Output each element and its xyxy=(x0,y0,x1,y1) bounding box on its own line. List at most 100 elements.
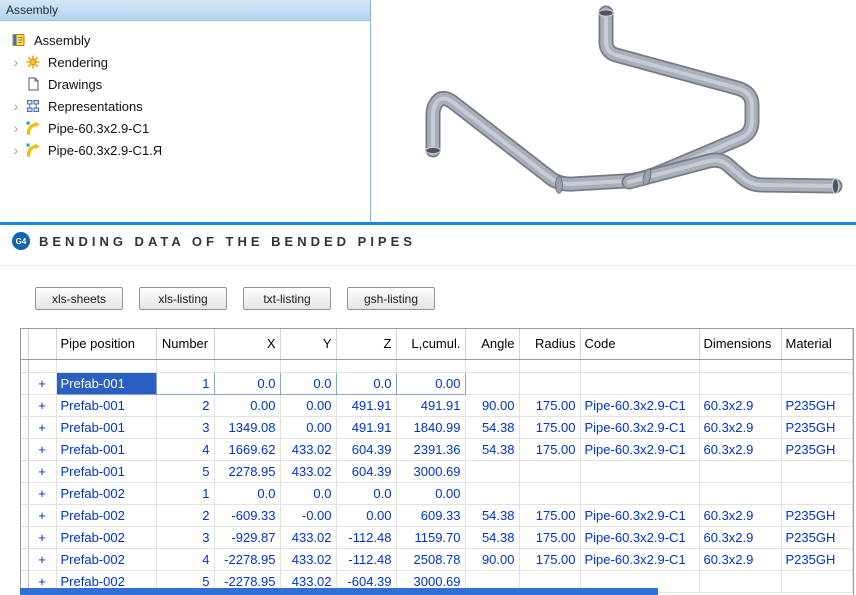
cell-pipe-position[interactable]: Prefab-001 xyxy=(56,439,156,461)
cell-radius[interactable]: 175.00 xyxy=(519,439,580,461)
cell-number[interactable]: 1 xyxy=(156,483,214,505)
cell-code[interactable]: Pipe-60.3x2.9-C1 xyxy=(580,505,699,527)
cell-y[interactable]: 0.00 xyxy=(280,417,336,439)
cell-x[interactable]: 0.0 xyxy=(214,373,280,395)
cell-z[interactable]: 491.91 xyxy=(336,395,396,417)
cell-plus[interactable]: + xyxy=(28,461,56,483)
cell-x[interactable]: -609.33 xyxy=(214,505,280,527)
cell-z[interactable]: 491.91 xyxy=(336,417,396,439)
tree-item-drawings[interactable]: Drawings xyxy=(0,73,370,95)
cell-dimensions[interactable] xyxy=(699,461,781,483)
row-selector-cell[interactable] xyxy=(21,373,28,395)
cell-code[interactable] xyxy=(580,461,699,483)
cell-l-cumul[interactable]: 2508.78 xyxy=(396,549,465,571)
row-selector-cell[interactable] xyxy=(21,439,28,461)
cell-plus[interactable]: + xyxy=(28,505,56,527)
cell-radius[interactable]: 175.00 xyxy=(519,505,580,527)
cell-dimensions[interactable]: 60.3x2.9 xyxy=(699,439,781,461)
cell-l-cumul[interactable]: 0.00 xyxy=(396,373,465,395)
chevron-right-icon[interactable]: › xyxy=(8,55,24,69)
cell-number[interactable]: 3 xyxy=(156,417,214,439)
chevron-right-icon[interactable]: › xyxy=(8,143,24,157)
row-selector-cell[interactable] xyxy=(21,527,28,549)
cell-pipe-position[interactable]: Prefab-001 xyxy=(56,417,156,439)
cell-y[interactable]: -0.00 xyxy=(280,505,336,527)
cell-code[interactable] xyxy=(580,373,699,395)
cell-x[interactable]: -2278.95 xyxy=(214,549,280,571)
tree-item-pipe-60-3x2-9-c1[interactable]: ›Pipe-60.3x2.9-C1 xyxy=(0,117,370,139)
cell-pipe-position[interactable]: Prefab-001 xyxy=(56,373,156,395)
cell-angle[interactable] xyxy=(465,461,519,483)
button-gsh-listing[interactable]: gsh-listing xyxy=(347,287,435,310)
cell-z[interactable]: -112.48 xyxy=(336,549,396,571)
row-selector-cell[interactable] xyxy=(21,395,28,417)
button-xls-listing[interactable]: xls-listing xyxy=(139,287,227,310)
cell-plus[interactable]: + xyxy=(28,373,56,395)
cell-dimensions[interactable]: 60.3x2.9 xyxy=(699,505,781,527)
cell-code[interactable]: Pipe-60.3x2.9-C1 xyxy=(580,439,699,461)
cell-dimensions[interactable] xyxy=(699,373,781,395)
cell-number[interactable]: 2 xyxy=(156,395,214,417)
3d-viewport[interactable] xyxy=(371,0,856,222)
cell-l-cumul[interactable]: 491.91 xyxy=(396,395,465,417)
cell-code[interactable]: Pipe-60.3x2.9-C1 xyxy=(580,395,699,417)
cell-material[interactable]: P235GH xyxy=(781,395,852,417)
cell-dimensions[interactable] xyxy=(699,483,781,505)
cell-plus[interactable]: + xyxy=(28,483,56,505)
cell-dimensions[interactable]: 60.3x2.9 xyxy=(699,527,781,549)
cell-l-cumul[interactable]: 1840.99 xyxy=(396,417,465,439)
cell-plus[interactable]: + xyxy=(28,417,56,439)
cell-pipe-position[interactable]: Prefab-002 xyxy=(56,505,156,527)
cell-code[interactable] xyxy=(580,483,699,505)
row-selector-cell[interactable] xyxy=(21,417,28,439)
cell-plus[interactable]: + xyxy=(28,439,56,461)
chevron-right-icon[interactable]: › xyxy=(8,99,24,113)
cell-plus[interactable]: + xyxy=(28,549,56,571)
cell-material[interactable]: P235GH xyxy=(781,417,852,439)
cell-radius[interactable]: 175.00 xyxy=(519,527,580,549)
cell-radius[interactable] xyxy=(519,483,580,505)
cell-material[interactable]: P235GH xyxy=(781,505,852,527)
cell-pipe-position[interactable]: Prefab-002 xyxy=(56,549,156,571)
cell-pipe-position[interactable]: Prefab-002 xyxy=(56,527,156,549)
cell-y[interactable]: 0.0 xyxy=(280,483,336,505)
cell-y[interactable]: 0.0 xyxy=(280,373,336,395)
cell-y[interactable]: 433.02 xyxy=(280,439,336,461)
cell-angle[interactable] xyxy=(465,373,519,395)
chevron-right-icon[interactable]: › xyxy=(8,121,24,135)
cell-number[interactable]: 4 xyxy=(156,439,214,461)
cell-number[interactable]: 2 xyxy=(156,505,214,527)
cell-angle[interactable]: 90.00 xyxy=(465,549,519,571)
cell-radius[interactable]: 175.00 xyxy=(519,395,580,417)
tree-item-assembly[interactable]: Assembly xyxy=(0,29,370,51)
cell-angle[interactable]: 54.38 xyxy=(465,527,519,549)
cell-angle[interactable]: 54.38 xyxy=(465,505,519,527)
cell-material[interactable] xyxy=(781,571,852,593)
cell-l-cumul[interactable]: 3000.69 xyxy=(396,461,465,483)
cell-x[interactable]: -929.87 xyxy=(214,527,280,549)
cell-radius[interactable]: 175.00 xyxy=(519,417,580,439)
tree-item-rendering[interactable]: ›Rendering xyxy=(0,51,370,73)
cell-x[interactable]: 0.00 xyxy=(214,395,280,417)
cell-y[interactable]: 0.00 xyxy=(280,395,336,417)
row-selector-cell[interactable] xyxy=(21,483,28,505)
cell-code[interactable]: Pipe-60.3x2.9-C1 xyxy=(580,549,699,571)
cell-pipe-position[interactable]: Prefab-001 xyxy=(56,461,156,483)
cell-angle[interactable]: 90.00 xyxy=(465,395,519,417)
cell-pipe-position[interactable]: Prefab-002 xyxy=(56,483,156,505)
cell-l-cumul[interactable]: 0.00 xyxy=(396,483,465,505)
cell-plus[interactable]: + xyxy=(28,527,56,549)
cell-material[interactable]: P235GH xyxy=(781,549,852,571)
cell-angle[interactable]: 54.38 xyxy=(465,439,519,461)
cell-z[interactable]: 0.0 xyxy=(336,483,396,505)
cell-l-cumul[interactable]: 609.33 xyxy=(396,505,465,527)
row-selector-cell[interactable] xyxy=(21,505,28,527)
cell-radius[interactable]: 175.00 xyxy=(519,549,580,571)
cell-material[interactable]: P235GH xyxy=(781,439,852,461)
cell-dimensions[interactable]: 60.3x2.9 xyxy=(699,395,781,417)
cell-x[interactable]: 1669.62 xyxy=(214,439,280,461)
cell-dimensions[interactable] xyxy=(699,571,781,593)
button-txt-listing[interactable]: txt-listing xyxy=(243,287,331,310)
tree-item-representations[interactable]: ›Representations xyxy=(0,95,370,117)
cell-code[interactable]: Pipe-60.3x2.9-C1 xyxy=(580,417,699,439)
